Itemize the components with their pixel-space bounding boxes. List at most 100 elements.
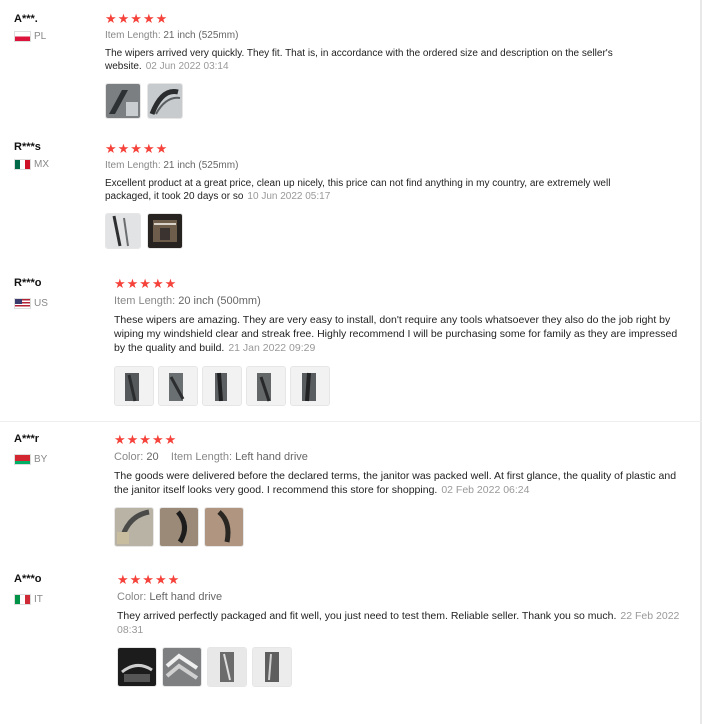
reviewer-country: PL [14,31,46,42]
review-content: ★★★★★ Color: Left hand drive They arrive… [117,573,689,687]
star-rating: ★★★★★ [114,432,178,447]
attr-value: 21 inch (525mm) [163,160,239,171]
review-photo-thumbnail[interactable] [246,366,286,406]
review-photo-thumbnail[interactable] [147,213,183,249]
photo-image [247,367,285,405]
star-rating: ★★★★★ [105,141,169,156]
star-rating: ★★★★★ [114,276,178,291]
review-text: The goods were delivered before the decl… [114,469,686,497]
photo-image [106,214,140,248]
country-code: PL [34,31,47,42]
review-text: Excellent product at a great price, clea… [105,177,615,203]
reviewer-country: US [14,298,48,309]
review-photos [114,507,686,547]
review-photo-thumbnail[interactable] [159,507,199,547]
review-photo-thumbnail[interactable] [290,366,330,406]
attr-label: Color: [117,591,147,603]
country-code: IT [34,594,43,605]
flag-icon [14,298,31,309]
review-photos [105,83,615,119]
review-content: ★★★★★ Item Length: 20 inch (500mm) These… [114,277,686,406]
flag-icon [14,159,31,170]
review-photo-thumbnail[interactable] [117,647,157,687]
review-text: These wipers are amazing. They are very … [114,313,686,355]
review-content: ★★★★★ Item Length: 21 inch (525mm) The w… [105,12,615,119]
review-text: The wipers arrived very quickly. They fi… [105,47,615,73]
reviewer-name: A***r [14,433,40,445]
reviewer-name: A***o [14,573,42,585]
photo-image [115,367,153,405]
review-text: They arrived perfectly packaged and fit … [117,609,689,637]
review-attributes: Color: 20 Item Length: Left hand drive [114,451,686,463]
attr-value: 20 [146,451,159,463]
attr-label: Item Length: [114,295,176,307]
reviewer-name: R***o [14,277,42,289]
attr-value: 20 inch (500mm) [178,295,261,307]
photo-image [163,648,201,686]
photo-image [253,648,291,686]
country-code: MX [34,159,49,170]
review-attributes: Item Length: 20 inch (500mm) [114,295,686,307]
attr-label: Item Length: [170,451,233,463]
review-photo-thumbnail[interactable] [162,647,202,687]
review-attributes: Color: Left hand drive [117,591,689,603]
review-content: ★★★★★ Item Length: 21 inch (525mm) Excel… [105,142,615,249]
review-body: They arrived perfectly packaged and fit … [117,610,617,622]
review-photo-thumbnail[interactable] [147,83,183,119]
flag-icon [14,454,31,465]
reviewer-country: MX [14,159,49,170]
country-code: US [34,298,48,309]
flag-icon [14,594,31,605]
attr-value: 21 inch (525mm) [163,30,239,41]
review-photo-thumbnail[interactable] [158,366,198,406]
review-date: 10 Jun 2022 05:17 [247,191,331,202]
country-code: BY [34,454,48,465]
attr-label: Color: [114,451,144,463]
review-photo-thumbnail[interactable] [114,507,154,547]
flag-icon [14,31,31,42]
review-photo-thumbnail[interactable] [202,366,242,406]
reviewer-name: A***. [14,13,38,25]
photo-image [148,214,182,248]
attr-label: Item Length: [105,30,161,41]
photo-image [115,508,153,546]
review-item: A***o IT ★★★★★ Color: Left hand drive Th… [0,562,702,724]
review-body: Excellent product at a great price, clea… [105,178,611,202]
star-rating: ★★★★★ [105,11,169,26]
review-date: 02 Jun 2022 03:14 [145,61,229,72]
photo-image [148,84,182,118]
review-photo-thumbnail[interactable] [105,213,141,249]
review-photos [105,213,615,249]
review-photo-thumbnail[interactable] [114,366,154,406]
photo-image [291,367,329,405]
review-item: R***s MX ★★★★★ Item Length: 21 inch (525… [0,130,702,260]
reviewer-country: BY [14,454,47,465]
review-content: ★★★★★ Color: 20 Item Length: Left hand d… [114,433,686,547]
attr-value: Left hand drive [149,591,223,603]
photo-image [106,84,140,118]
review-photo-thumbnail[interactable] [207,647,247,687]
review-photo-thumbnail[interactable] [204,507,244,547]
review-item: R***o US ★★★★★ Item Length: 20 inch (500… [0,262,702,419]
review-item: A***. PL ★★★★★ Item Length: 21 inch (525… [0,0,702,130]
attr-value: Left hand drive [235,451,308,463]
review-item: A***r BY ★★★★★ Color: 20 Item Length: Le… [0,422,702,562]
review-body: The goods were delivered before the decl… [114,470,677,496]
review-photos [114,366,686,406]
photo-image [205,508,243,546]
photo-image [208,648,246,686]
review-photo-thumbnail[interactable] [252,647,292,687]
review-photo-thumbnail[interactable] [105,83,141,119]
photo-image [118,648,156,686]
review-attributes: Item Length: 21 inch (525mm) [105,160,615,171]
review-attributes: Item Length: 21 inch (525mm) [105,30,615,41]
photo-image [159,367,197,405]
photo-image [160,508,198,546]
photo-image [203,367,241,405]
review-body: These wipers are amazing. They are very … [114,314,678,354]
reviewer-name: R***s [14,141,41,153]
review-photos [117,647,689,687]
review-date: 02 Feb 2022 06:24 [441,484,530,496]
star-rating: ★★★★★ [117,572,181,587]
reviewer-country: IT [14,594,43,605]
